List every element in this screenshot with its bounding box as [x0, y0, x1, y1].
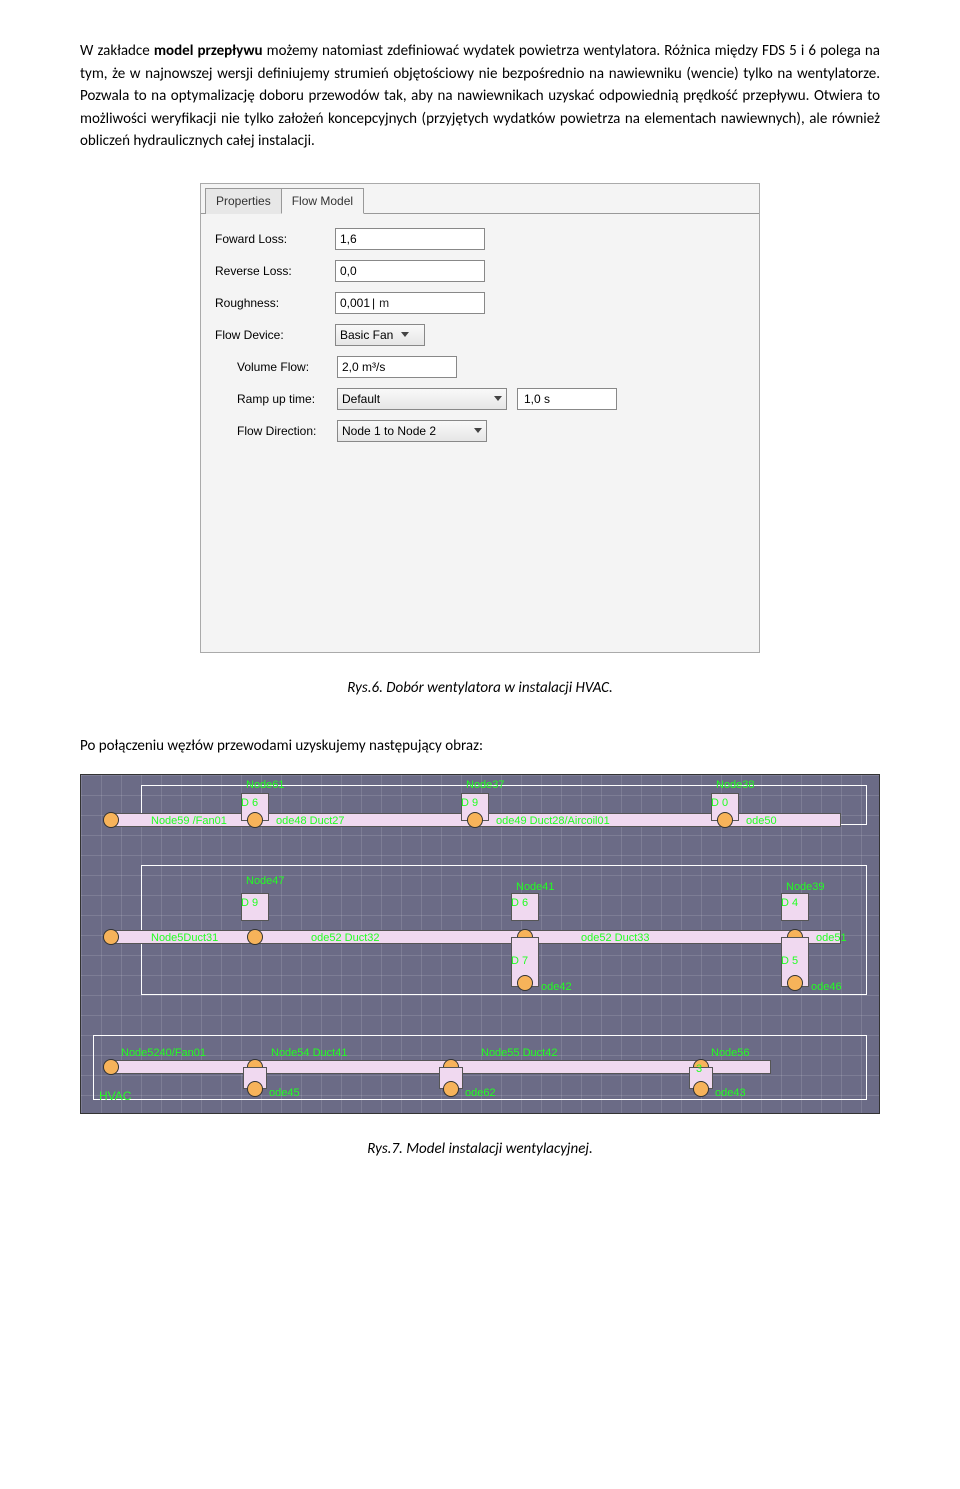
label: Node39	[786, 879, 825, 896]
paragraph-1: W zakładce model przepływu możemy natomi…	[80, 40, 880, 153]
label: ode62	[465, 1085, 496, 1102]
label: Node54 Duct41	[271, 1045, 347, 1062]
input-reverse-loss[interactable]: 0,0	[335, 260, 485, 282]
hvac-title: HVAC	[99, 1087, 131, 1105]
row-flow-direction: Flow Direction: Node 1 to Node 2	[215, 420, 745, 442]
label-reverse-loss: Reverse Loss:	[215, 262, 335, 280]
label: Node59 /Fan01	[151, 813, 227, 830]
label: ode50	[746, 813, 777, 830]
label: Node61	[246, 777, 285, 794]
node	[247, 929, 263, 945]
input-forward-loss[interactable]: 1,6	[335, 228, 485, 250]
select-flow-device[interactable]: Basic Fan	[335, 324, 425, 346]
label: ode46	[811, 979, 842, 996]
label: Node38	[716, 777, 755, 794]
chevron-down-icon	[474, 428, 482, 433]
label: 3	[696, 1061, 702, 1078]
node	[717, 812, 733, 828]
label: Node47	[246, 873, 285, 890]
label: Node41	[516, 879, 555, 896]
tab-properties[interactable]: Properties	[205, 188, 282, 214]
duct-row2	[111, 930, 841, 944]
label-flow-device: Flow Device:	[215, 326, 335, 344]
label: D 7	[511, 953, 528, 970]
flow-device-value: Basic Fan	[340, 326, 393, 344]
node	[103, 1059, 119, 1075]
ramp-up-value: Default	[342, 390, 380, 408]
para1-pre: W zakładce	[80, 42, 154, 60]
label: D 9	[241, 895, 258, 912]
label-flow-direction: Flow Direction:	[237, 422, 337, 440]
row-ramp-up-time: Ramp up time: Default 1,0 s	[215, 388, 745, 410]
label-ramp-up-time: Ramp up time:	[237, 390, 337, 408]
node	[103, 812, 119, 828]
para1-bold: model przepływu	[154, 42, 263, 60]
node	[517, 975, 533, 991]
label-volume-flow: Volume Flow:	[237, 358, 337, 376]
roughness-unit: m	[379, 294, 389, 312]
flow-model-panel: Properties Flow Model Foward Loss: 1,6 R…	[200, 183, 760, 653]
node	[693, 1081, 709, 1097]
row-forward-loss: Foward Loss: 1,6	[215, 228, 745, 250]
label: D 0	[711, 795, 728, 812]
flow-model-screenshot: Properties Flow Model Foward Loss: 1,6 R…	[200, 183, 760, 653]
row-flow-device: Flow Device: Basic Fan	[215, 324, 745, 346]
node	[103, 929, 119, 945]
label: ode49 Duct28/Aircoil01	[496, 813, 610, 830]
select-flow-direction[interactable]: Node 1 to Node 2	[337, 420, 487, 442]
row-roughness: Roughness: 0,001|m	[215, 292, 745, 314]
label: ode51	[816, 930, 847, 947]
label: D 6	[511, 895, 528, 912]
chevron-down-icon	[401, 332, 409, 337]
label: ode48 Duct27	[276, 813, 345, 830]
input-roughness[interactable]: 0,001|m	[335, 292, 485, 314]
label: Node5240/Fan01	[121, 1045, 206, 1062]
label: Node56	[711, 1045, 750, 1062]
row-volume-flow: Volume Flow: 2,0 m³/s	[215, 356, 745, 378]
select-ramp-up-time[interactable]: Default	[337, 388, 507, 410]
roughness-value: 0,001	[340, 294, 370, 312]
label: D 5	[781, 953, 798, 970]
label: ode52 Duct33	[581, 930, 650, 947]
tab-flow-model[interactable]: Flow Model	[281, 188, 364, 214]
label: ode45	[269, 1085, 300, 1102]
ramp-up-seconds[interactable]: 1,0 s	[517, 388, 617, 410]
caption-fig6: Rys.6. Dobór wentylatora w instalacji HV…	[80, 677, 880, 700]
flow-model-body: Foward Loss: 1,6 Reverse Loss: 0,0 Rough…	[201, 213, 759, 652]
paragraph-2: Po połączeniu węzłów przewodami uzyskuje…	[80, 735, 880, 758]
chevron-down-icon	[494, 396, 502, 401]
input-volume-flow[interactable]: 2,0 m³/s	[337, 356, 457, 378]
label: ode42	[541, 979, 572, 996]
row-reverse-loss: Reverse Loss: 0,0	[215, 260, 745, 282]
caption-fig7: Rys.7. Model instalacji wentylacyjnej.	[80, 1138, 880, 1161]
label: D 4	[781, 895, 798, 912]
node	[443, 1081, 459, 1097]
tab-bar: Properties Flow Model	[201, 184, 759, 214]
label: Node5Duct31	[151, 930, 218, 947]
label: Node55 Duct42	[481, 1045, 557, 1062]
hvac-diagram: Node59 /Fan01 Node61 D 6 ode48 Duct27 No…	[80, 774, 880, 1114]
node	[247, 1081, 263, 1097]
node	[467, 812, 483, 828]
label-roughness: Roughness:	[215, 294, 335, 312]
label: ode52 Duct32	[311, 930, 380, 947]
label: Node37	[466, 777, 505, 794]
node	[787, 975, 803, 991]
label-forward-loss: Foward Loss:	[215, 230, 335, 248]
label: ode43	[715, 1085, 746, 1102]
label: D 9	[461, 795, 478, 812]
flow-direction-value: Node 1 to Node 2	[342, 422, 436, 440]
label: D 6	[241, 795, 258, 812]
node	[247, 812, 263, 828]
